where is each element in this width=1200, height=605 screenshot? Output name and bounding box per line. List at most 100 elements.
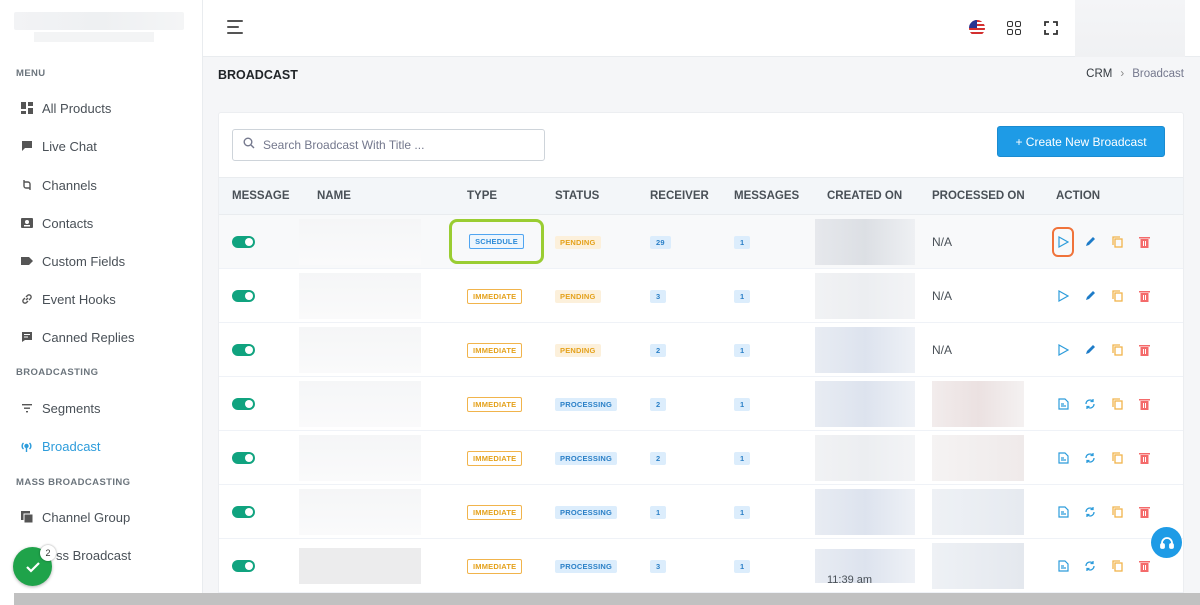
sidebar-item-event-hooks[interactable]: Event Hooks	[20, 289, 116, 309]
sidebar-item-live-chat[interactable]: Live Chat	[20, 136, 97, 156]
edit-icon[interactable]	[1083, 289, 1097, 303]
refresh-icon[interactable]	[1083, 451, 1097, 465]
copy-icon[interactable]	[1110, 343, 1124, 357]
contact-card-icon	[20, 217, 33, 230]
copy-icon[interactable]	[1110, 289, 1124, 303]
delete-icon[interactable]	[1137, 451, 1151, 465]
sidebar-item-label: Live Chat	[42, 138, 97, 154]
copy-icon[interactable]	[1110, 397, 1124, 411]
row-actions	[1056, 451, 1183, 465]
message-toggle[interactable]	[232, 451, 255, 464]
breadcrumb-root[interactable]: CRM	[1086, 68, 1112, 80]
delete-icon[interactable]	[1137, 343, 1151, 357]
copy-icon[interactable]	[1110, 235, 1124, 249]
channels-icon	[20, 179, 33, 192]
report-icon[interactable]	[1056, 397, 1070, 411]
message-toggle[interactable]	[232, 235, 255, 248]
search-box[interactable]	[232, 129, 545, 161]
table-row: IMMEDIATE PENDING 2 1 N/A	[219, 323, 1183, 377]
sidebar-item-all-products[interactable]: All Products	[20, 98, 111, 118]
sidebar-item-canned-replies[interactable]: Canned Replies	[20, 327, 135, 347]
delete-icon[interactable]	[1137, 235, 1151, 249]
column-header: PROCESSED ON	[932, 177, 1056, 215]
play-icon[interactable]	[1056, 343, 1070, 357]
row-actions	[1056, 397, 1183, 411]
broadcast-card: + Create New Broadcast MESSAGE NAME TYPE…	[218, 112, 1184, 605]
refresh-icon[interactable]	[1083, 559, 1097, 573]
refresh-icon[interactable]	[1083, 397, 1097, 411]
messages-count: 1	[734, 452, 751, 465]
table-row: IMMEDIATE PROCESSING 2 1	[219, 377, 1183, 431]
delete-icon[interactable]	[1137, 397, 1151, 411]
chat-icon	[20, 140, 33, 153]
logo-subtitle	[34, 32, 154, 42]
copy-icon[interactable]	[1110, 451, 1124, 465]
message-toggle[interactable]	[232, 343, 255, 356]
delete-icon[interactable]	[1137, 505, 1151, 519]
message-toggle[interactable]	[232, 505, 255, 518]
type-badge: IMMEDIATE	[467, 396, 523, 412]
user-profile[interactable]	[1075, 0, 1185, 57]
status-badge: PROCESSING	[555, 398, 618, 411]
processed-on	[932, 380, 1024, 427]
edit-icon[interactable]	[1083, 235, 1097, 249]
us-flag-icon[interactable]	[969, 20, 985, 36]
sidebar-item-label: Segments	[42, 400, 101, 416]
receiver-count: 2	[650, 398, 667, 411]
type-badge: IMMEDIATE	[467, 288, 523, 304]
created-on	[815, 218, 915, 265]
support-headset-icon[interactable]	[1151, 527, 1182, 558]
sidebar-item-custom-fields[interactable]: Custom Fields	[20, 251, 125, 271]
copy-icon[interactable]	[1110, 559, 1124, 573]
column-header: RECEIVER	[650, 177, 734, 215]
stack-icon	[20, 511, 33, 524]
refresh-icon[interactable]	[1083, 505, 1097, 519]
sidebar-item-mass-broadcast[interactable]: ss Broadcast	[56, 545, 131, 565]
broadcast-table: MESSAGE NAME TYPE STATUS RECEIVER MESSAG…	[219, 177, 1183, 593]
delete-icon[interactable]	[1137, 559, 1151, 573]
broadcast-name	[299, 434, 421, 481]
edit-icon[interactable]	[1083, 343, 1097, 357]
receiver-count: 1	[650, 506, 667, 519]
message-icon	[20, 331, 33, 344]
broadcast-name	[299, 547, 421, 584]
created-on-time: 11:39 am	[827, 574, 873, 586]
report-icon[interactable]	[1056, 451, 1070, 465]
message-toggle[interactable]	[232, 289, 255, 302]
table-row: IMMEDIATE PROCESSING 3 1 11:39 am	[219, 539, 1183, 593]
broadcast-icon	[20, 440, 33, 453]
sidebar-item-label: Event Hooks	[42, 291, 116, 307]
processed-on: N/A	[932, 288, 953, 303]
report-icon[interactable]	[1056, 559, 1070, 573]
row-actions	[1056, 559, 1183, 573]
sidebar-item-segments[interactable]: Segments	[20, 398, 101, 418]
broadcast-name	[299, 326, 421, 373]
report-icon[interactable]	[1056, 505, 1070, 519]
play-icon[interactable]	[1052, 226, 1074, 257]
receiver-count: 3	[650, 290, 667, 303]
sidebar-item-channel-group[interactable]: Channel Group	[20, 507, 130, 527]
type-badge: SCHEDULE	[469, 234, 524, 249]
type-badge: IMMEDIATE	[467, 558, 523, 574]
sidebar-item-channels[interactable]: Channels	[20, 175, 97, 195]
sidebar-item-broadcast[interactable]: Broadcast	[20, 436, 101, 456]
type-highlight: SCHEDULE	[449, 219, 544, 264]
status-badge: PROCESSING	[555, 452, 618, 465]
message-toggle[interactable]	[232, 559, 255, 572]
search-input[interactable]	[263, 138, 533, 152]
play-icon[interactable]	[1056, 289, 1070, 303]
messages-count: 1	[734, 236, 751, 249]
create-broadcast-button[interactable]: + Create New Broadcast	[997, 126, 1165, 157]
column-header: NAME	[317, 177, 467, 215]
sidebar-item-label: Custom Fields	[42, 253, 126, 269]
copy-icon[interactable]	[1110, 505, 1124, 519]
apps-grid-icon[interactable]	[1007, 21, 1021, 35]
sidebar-item-contacts[interactable]: Contacts	[20, 213, 93, 233]
messages-count: 1	[734, 344, 751, 357]
menu-toggle-icon[interactable]	[227, 20, 245, 36]
row-actions	[1056, 343, 1183, 357]
message-toggle[interactable]	[232, 397, 255, 410]
horizontal-scrollbar[interactable]	[14, 593, 1200, 605]
delete-icon[interactable]	[1137, 289, 1151, 303]
fullscreen-icon[interactable]	[1044, 21, 1058, 35]
